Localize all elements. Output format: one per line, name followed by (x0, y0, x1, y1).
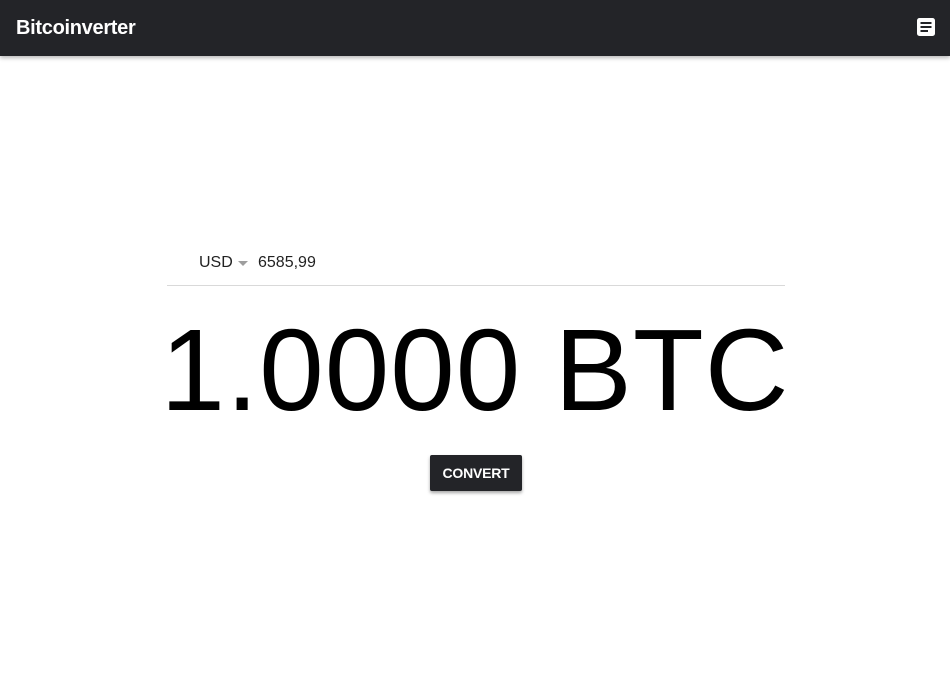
currency-select-value: USD (199, 254, 233, 271)
amount-form-row: USD (167, 240, 785, 286)
app-bar: Bitcoinverter (0, 0, 950, 56)
list-alt-icon[interactable] (916, 17, 936, 37)
currency-select[interactable]: USD (199, 253, 248, 273)
app-title: Bitcoinverter (16, 17, 136, 39)
amount-input[interactable] (258, 252, 758, 274)
conversion-result: 1.0000 BTC (160, 305, 790, 435)
convert-button[interactable]: CONVERT (430, 455, 522, 491)
dropdown-arrow-icon (237, 260, 248, 266)
